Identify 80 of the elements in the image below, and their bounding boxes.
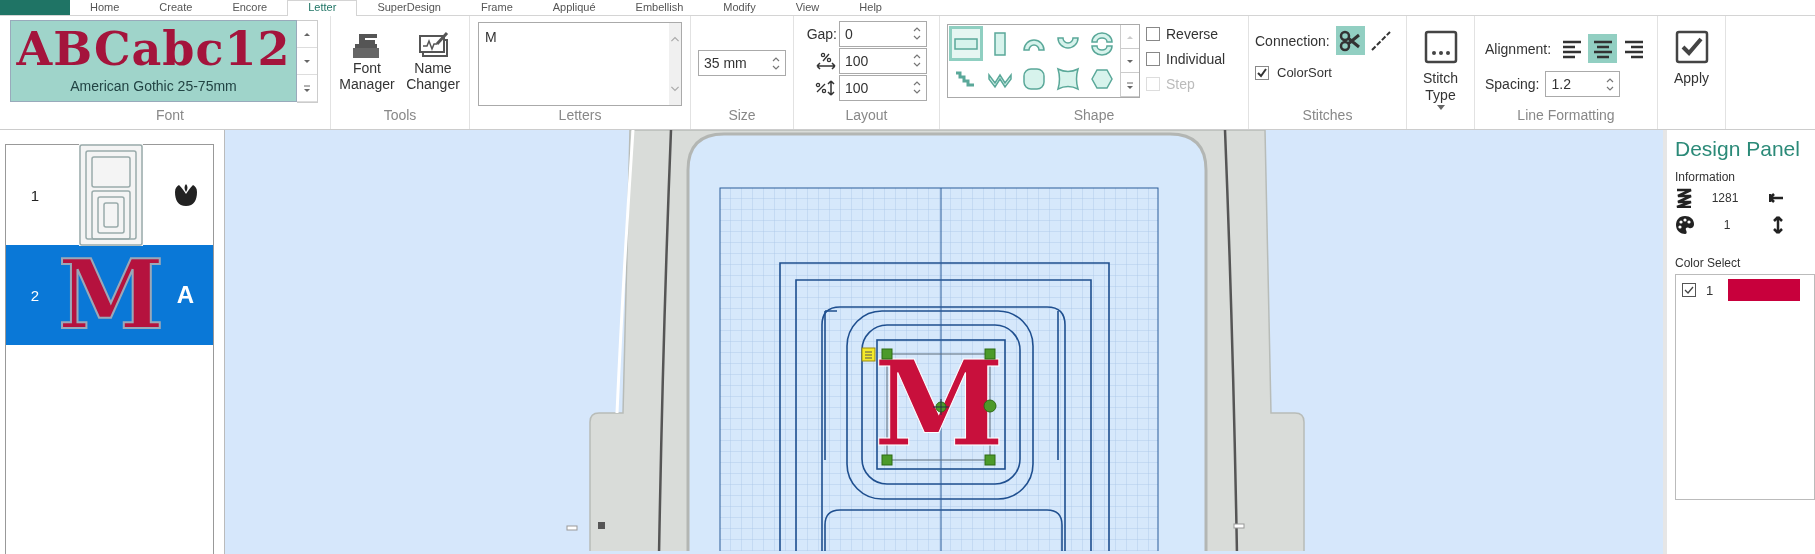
ribbon-tab[interactable]: Frame [460,1,533,15]
spacing-label: Spacing: [1485,76,1540,92]
caret-icon [1436,105,1445,110]
group-label: Line Formatting [1516,107,1616,125]
group-label: Stitches [1301,107,1354,125]
panel-title: Design Panel [1675,136,1801,162]
height-percent-field[interactable]: 100 [839,74,927,101]
letters-field[interactable]: M [478,22,682,106]
group-label: Font [155,107,185,125]
info-value: 1281 [1710,190,1740,205]
checkbox[interactable] [1255,65,1269,80]
zigzag-stitch-icon [1675,187,1693,208]
width-percent-icon [815,51,837,70]
checkbox[interactable] [1146,52,1160,66]
group-label: Shape [1072,107,1116,125]
ribbon-tab[interactable]: Encore [212,1,288,15]
checkbox-label: Individual [1166,51,1226,67]
height-arrow-icon [1771,215,1785,234]
group-label: Letters [557,107,603,125]
design-list-item[interactable]: 1 [6,145,213,245]
alignment-label: Alignment: [1485,40,1552,57]
font-sample-text: ABCabc12 [16,21,291,77]
gap-field[interactable]: 0 [839,20,927,47]
dashed-line-icon [1369,28,1394,53]
apply-button[interactable]: Apply [1664,30,1719,87]
tulip-icon [172,182,199,208]
item-number: 1 [29,186,41,204]
ribbon-tab[interactable]: Appliqué [532,1,616,15]
gap-label: Gap: [806,25,837,42]
scrollbar[interactable] [669,23,681,105]
name-changer-button[interactable]: Name Changer [402,30,464,92]
crosshair-icon[interactable] [932,398,950,416]
font-preview[interactable]: ABCabc12 American Gothic 25-75mm [10,20,297,102]
resize-handle[interactable] [881,454,893,466]
ribbon-tab[interactable]: Help [839,1,902,15]
ribbon-tab[interactable]: Home [70,1,140,15]
ribbon-tab[interactable]: Create [139,1,213,15]
ribbon-tab[interactable]: Letter [287,0,358,16]
group-label: Size [727,107,757,125]
width-arrow-icon [1769,190,1783,205]
item-number: 2 [29,286,41,304]
section-label: Color Select [1675,256,1742,270]
ribbon-tab[interactable]: Embellish [615,1,704,15]
spacing-field[interactable]: 1.2 [1545,71,1621,97]
size-field[interactable]: 35 mm [698,50,786,76]
checkbox-label: ColorSort [1277,65,1332,80]
signature-card-icon [417,30,449,60]
connection-toggle[interactable] [1335,26,1365,55]
color-number: 1 [1706,282,1715,298]
resize-handle[interactable] [984,348,996,360]
info-value: 1 [1722,217,1732,232]
context-menu-icon[interactable] [861,347,876,362]
ribbon-tab[interactable]: Modify [703,1,776,15]
checkbox-label: Step [1166,76,1195,92]
palette-icon [1675,214,1695,235]
checkbox-label: Reverse [1166,26,1219,42]
rotate-handle[interactable] [983,399,997,413]
checkbox[interactable] [1146,27,1160,41]
stitch-type-button[interactable]: Stitch Type [1413,30,1468,110]
ribbon-tab[interactable]: View [775,1,840,15]
letter-thumbnail: M [57,245,165,345]
resize-handle[interactable] [984,454,996,466]
section-label: Information [1675,170,1737,184]
connection-label: Connection: [1255,32,1330,49]
color-swatch[interactable] [1728,279,1800,301]
font-manager-button[interactable]: Font Manager [336,30,398,92]
font-name: American Gothic 25-75mm [70,77,237,95]
checkmark-icon [1674,30,1709,64]
ribbon-tab[interactable]: SuperDesign [357,1,461,15]
expand-arrow-icon[interactable] [301,82,313,94]
dotted-square-icon [1423,30,1458,64]
scissors-icon [1338,28,1363,53]
resize-handle[interactable] [881,348,893,360]
height-percent-icon [815,78,837,97]
group-label: Layout [844,107,889,125]
align-center-button[interactable] [1588,34,1618,63]
checkbox[interactable] [1682,283,1696,297]
lettering-type-label: A [176,281,195,309]
width-percent-field[interactable]: 100 [839,47,927,74]
group-label: Tools [382,107,418,125]
